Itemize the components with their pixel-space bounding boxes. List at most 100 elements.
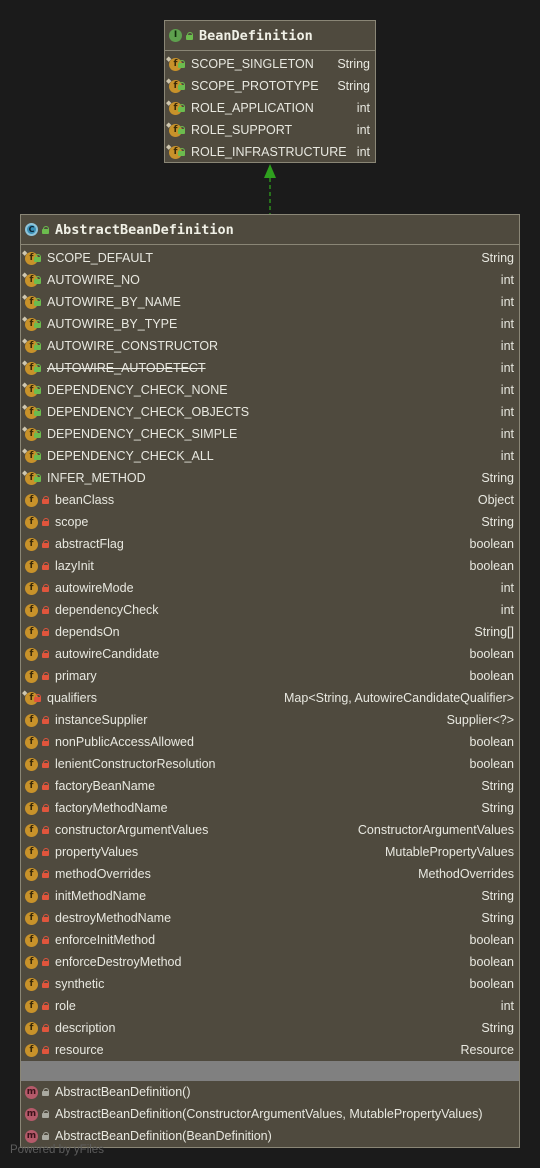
private-lock-icon <box>42 518 49 526</box>
field-row[interactable]: f primary boolean <box>21 665 519 687</box>
field-name: lenientConstructorResolution <box>55 757 216 771</box>
field-row[interactable]: f dependencyCheck int <box>21 599 519 621</box>
constructor-signature: AbstractBeanDefinition(BeanDefinition) <box>55 1129 272 1143</box>
field-name: destroyMethodName <box>55 911 172 925</box>
field-row[interactable]: f description String <box>21 1017 519 1039</box>
field-row[interactable]: f nonPublicAccessAllowed boolean <box>21 731 519 753</box>
private-lock-icon <box>42 804 49 812</box>
field-name: DEPENDENCY_CHECK_SIMPLE <box>47 427 238 441</box>
field-name: factoryBeanName <box>55 779 156 793</box>
field-row[interactable]: f ◆ SCOPE_DEFAULT String <box>21 247 519 269</box>
static-marker-icon: ◆ <box>166 144 172 151</box>
abstract-bean-definition-title: AbstractBeanDefinition <box>55 221 234 238</box>
constructor-row[interactable]: m AbstractBeanDefinition(ConstructorArgum… <box>21 1103 519 1125</box>
private-lock-icon <box>42 848 49 856</box>
field-icon: f <box>25 955 38 969</box>
field-type: MutablePropertyValues <box>384 845 514 859</box>
private-lock-icon <box>42 716 49 724</box>
bean-definition-title: BeanDefinition <box>199 27 313 44</box>
field-row[interactable]: f ◆ INFER_METHOD String <box>21 467 519 489</box>
field-row[interactable]: f ◆ ROLE_INFRASTRUCTURE int <box>165 141 375 163</box>
field-row[interactable]: f ◆ DEPENDENCY_CHECK_OBJECTS int <box>21 401 519 423</box>
field-row[interactable]: f ◆ qualifiers Map<String, AutowireCandidat… <box>21 687 519 709</box>
field-icon: f <box>25 911 38 925</box>
field-row[interactable]: f initMethodName String <box>21 885 519 907</box>
members-separator <box>21 1061 519 1081</box>
field-row[interactable]: f synthetic boolean <box>21 973 519 995</box>
field-type: boolean <box>469 757 515 771</box>
field-name: initMethodName <box>55 889 147 903</box>
field-row[interactable]: f ◆ AUTOWIRE_AUTODETECT int <box>21 357 519 379</box>
field-row[interactable]: f ◆ ROLE_APPLICATION int <box>165 97 375 119</box>
field-name: constructorArgumentValues <box>55 823 209 837</box>
field-icon: f <box>25 867 38 881</box>
field-row[interactable]: f enforceInitMethod boolean <box>21 929 519 951</box>
static-marker-icon: ◆ <box>22 404 28 411</box>
public-lock-icon <box>178 126 185 134</box>
field-icon: f <box>25 603 38 617</box>
field-row[interactable]: f enforceDestroyMethod boolean <box>21 951 519 973</box>
field-icon: f <box>25 1021 38 1035</box>
private-lock-icon <box>42 914 49 922</box>
field-name: factoryMethodName <box>55 801 168 815</box>
field-icon: f <box>25 977 38 991</box>
field-name: lazyInit <box>55 559 94 573</box>
field-name: beanClass <box>55 493 115 507</box>
field-row[interactable]: f ◆ SCOPE_SINGLETON String <box>165 53 375 75</box>
public-lock-icon <box>186 31 193 40</box>
field-row[interactable]: f resource Resource <box>21 1039 519 1061</box>
field-row[interactable]: f factoryBeanName String <box>21 775 519 797</box>
field-row[interactable]: f lenientConstructorResolution boolean <box>21 753 519 775</box>
field-row[interactable]: f ◆ DEPENDENCY_CHECK_ALL int <box>21 445 519 467</box>
field-type: boolean <box>469 537 515 551</box>
field-row[interactable]: f ◆ DEPENDENCY_CHECK_SIMPLE int <box>21 423 519 445</box>
field-row[interactable]: f dependsOn String[] <box>21 621 519 643</box>
field-row[interactable]: f methodOverrides MethodOverrides <box>21 863 519 885</box>
public-lock-icon <box>178 148 185 156</box>
field-type: int <box>500 361 514 375</box>
abstract-bean-definition-node[interactable]: C AbstractBeanDefinition f ◆ SCOPE_DEFAULT… <box>20 214 520 1148</box>
field-type: boolean <box>469 955 515 969</box>
field-type: int <box>500 449 514 463</box>
static-marker-icon: ◆ <box>22 690 28 697</box>
field-row[interactable]: f autowireCandidate boolean <box>21 643 519 665</box>
field-row[interactable]: f autowireMode int <box>21 577 519 599</box>
abstract-bean-definition-constructors: m AbstractBeanDefinition() m AbstractBeanDe… <box>21 1081 519 1147</box>
field-name: abstractFlag <box>55 537 124 551</box>
field-type: int <box>500 581 514 595</box>
field-icon: f <box>25 647 38 661</box>
constructor-row[interactable]: m AbstractBeanDefinition() <box>21 1081 519 1103</box>
field-row[interactable]: f role int <box>21 995 519 1017</box>
field-icon: f <box>25 933 38 947</box>
field-icon: f <box>25 735 38 749</box>
field-row[interactable]: f ◆ AUTOWIRE_NO int <box>21 269 519 291</box>
field-row[interactable]: f instanceSupplier Supplier<?> <box>21 709 519 731</box>
private-lock-icon <box>42 628 49 636</box>
field-row[interactable]: f constructorArgumentValues ConstructorArg… <box>21 819 519 841</box>
field-row[interactable]: f lazyInit boolean <box>21 555 519 577</box>
field-row[interactable]: f ◆ ROLE_SUPPORT int <box>165 119 375 141</box>
public-lock-icon <box>34 276 41 284</box>
field-row[interactable]: f propertyValues MutablePropertyValues <box>21 841 519 863</box>
field-row[interactable]: f ◆ SCOPE_PROTOTYPE String <box>165 75 375 97</box>
field-icon: f <box>25 845 38 859</box>
field-type: String <box>337 79 370 93</box>
field-row[interactable]: f ◆ DEPENDENCY_CHECK_NONE int <box>21 379 519 401</box>
field-row[interactable]: f ◆ AUTOWIRE_BY_TYPE int <box>21 313 519 335</box>
field-row[interactable]: f factoryMethodName String <box>21 797 519 819</box>
field-row[interactable]: f abstractFlag boolean <box>21 533 519 555</box>
public-lock-icon <box>34 408 41 416</box>
field-type: String[] <box>474 625 514 639</box>
private-lock-icon <box>42 980 49 988</box>
field-type: boolean <box>469 977 515 991</box>
field-row[interactable]: f destroyMethodName String <box>21 907 519 929</box>
field-row[interactable]: f scope String <box>21 511 519 533</box>
bean-definition-node[interactable]: I BeanDefinition f ◆ SCOPE_SINGLETON String… <box>164 20 376 163</box>
field-row[interactable]: f ◆ AUTOWIRE_BY_NAME int <box>21 291 519 313</box>
private-lock-icon <box>42 672 49 680</box>
field-icon: f <box>25 581 38 595</box>
field-name: DEPENDENCY_CHECK_OBJECTS <box>47 405 250 419</box>
static-marker-icon: ◆ <box>22 360 28 367</box>
field-row[interactable]: f ◆ AUTOWIRE_CONSTRUCTOR int <box>21 335 519 357</box>
field-row[interactable]: f beanClass Object <box>21 489 519 511</box>
